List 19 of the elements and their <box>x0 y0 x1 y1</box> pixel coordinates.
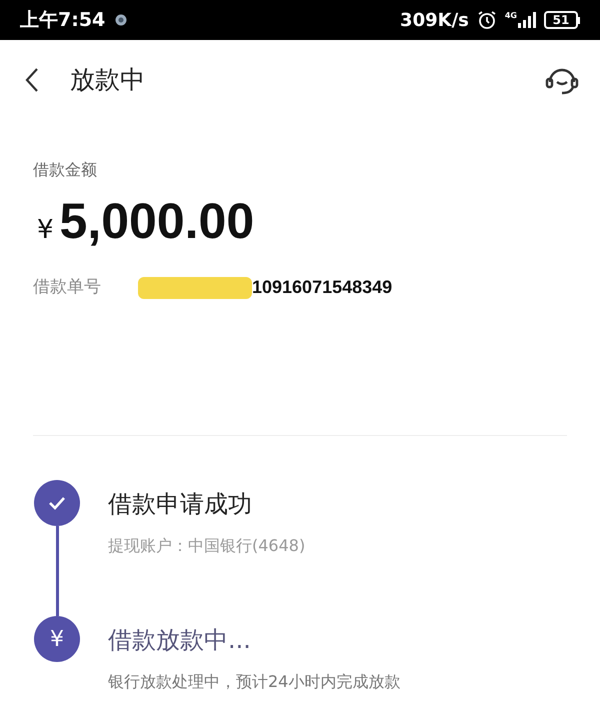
alarm-icon <box>476 10 497 30</box>
step-detail: 银行放款处理中，预计24小时内完成放款 <box>108 671 400 693</box>
amount-label: 借款金额 <box>33 159 98 181</box>
currency-symbol: ¥ <box>37 214 54 247</box>
step-detail: 提现账户：中国银行(4648) <box>108 535 306 557</box>
page-title: 放款中 <box>70 64 145 96</box>
status-time: 上午7:54 <box>20 8 106 33</box>
loan-amount: 5,000.00 <box>60 196 254 246</box>
network-speed: 309K/s <box>400 8 469 32</box>
step-title: 借款申请成功 <box>108 489 253 520</box>
step-title: 借款放款中... <box>108 625 252 656</box>
battery-indicator: 51 <box>544 11 580 29</box>
app-notification-icon <box>115 14 128 26</box>
signal-icon <box>518 12 536 28</box>
check-icon <box>48 496 66 510</box>
current-step-marker: ¥ <box>34 616 80 662</box>
network-type: 4G <box>504 12 517 20</box>
loan-number: 10916071548349 <box>252 276 392 299</box>
loan-number-label: 借款单号 <box>33 276 102 299</box>
